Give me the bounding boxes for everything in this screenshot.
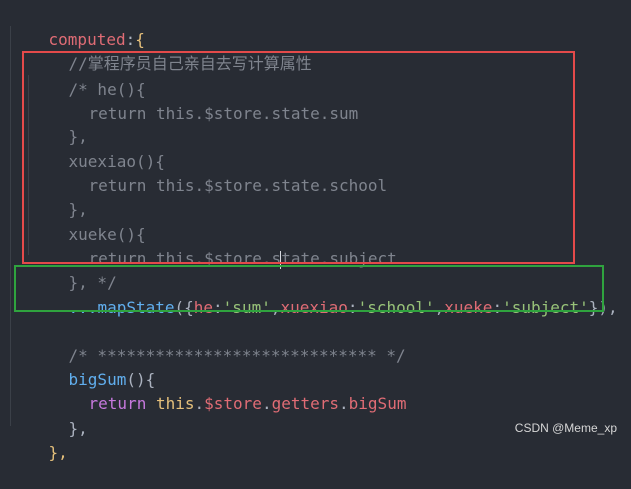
code-line-return: return this.$store.getters.bigSum — [88, 394, 407, 413]
indent-guide — [10, 26, 11, 426]
highlight-box-red — [22, 51, 575, 264]
highlight-box-green — [14, 265, 604, 312]
code-line: /* ***************************** */ — [30, 320, 406, 365]
code-line: }, — [68, 419, 88, 438]
watermark: CSDN @Meme_xp — [514, 421, 617, 435]
code-line-comment: //掌程序员自己亲自去写计算属性 — [30, 28, 312, 73]
code-line-bigsum: bigSum(){ — [68, 370, 156, 389]
code-line: }, — [48, 443, 68, 462]
keyword: return — [88, 394, 147, 413]
code-line-computed: computed:{ — [48, 30, 145, 49]
